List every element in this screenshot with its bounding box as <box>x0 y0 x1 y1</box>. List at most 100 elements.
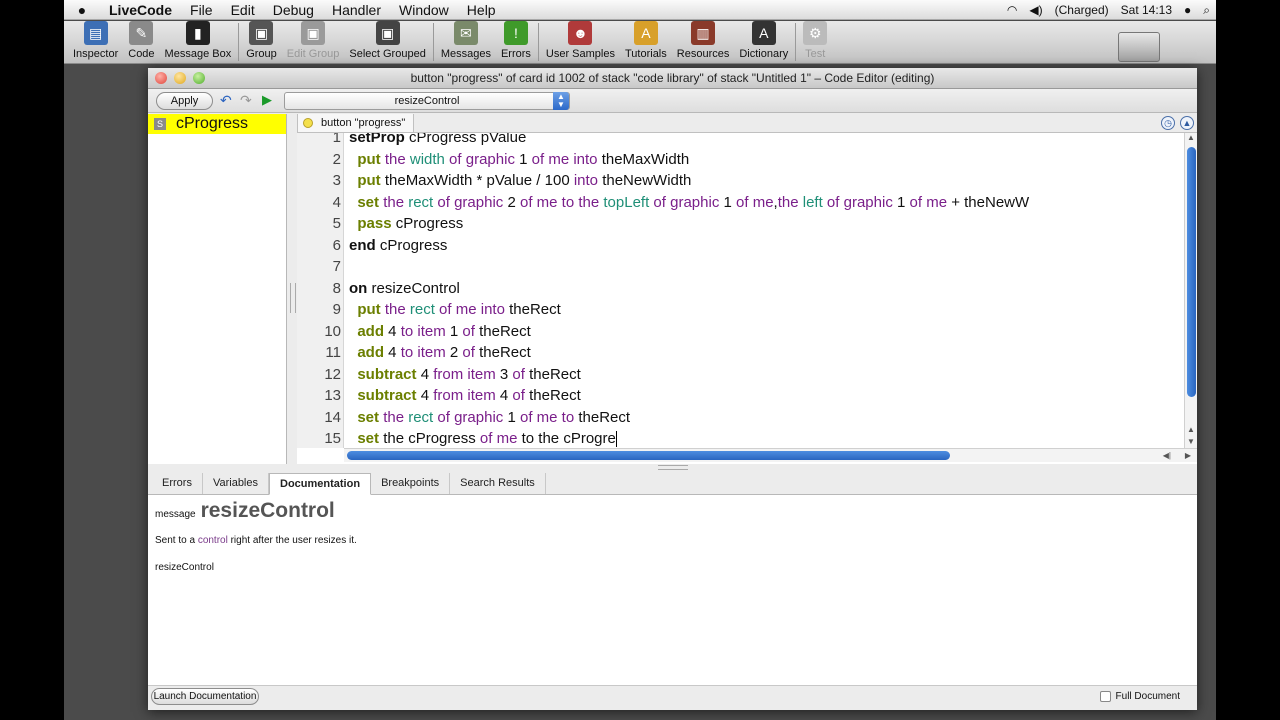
code-token: of <box>822 193 844 211</box>
toolbar-test-button[interactable]: ⚙ Test <box>798 21 832 63</box>
code-token: into <box>573 150 598 168</box>
menu-app-name[interactable]: LiveCode <box>100 2 181 18</box>
handler-select[interactable]: resizeControl ▲ ▼ <box>284 92 570 110</box>
menu-window[interactable]: Window <box>390 2 458 18</box>
clock[interactable]: Sat 14:13 <box>1115 3 1178 17</box>
tab-breakpoints[interactable]: Breakpoints <box>371 473 451 494</box>
toolbar-user-samples-button[interactable]: ☻ User Samples <box>541 21 620 63</box>
toolbar-button-label: Resources <box>676 48 730 60</box>
line-number: 15 <box>324 430 341 447</box>
handler-select-value: resizeControl <box>394 95 460 107</box>
horizontal-scroll-thumb[interactable] <box>347 451 950 460</box>
menu-help[interactable]: Help <box>458 2 505 18</box>
code-token: end <box>349 236 376 254</box>
code-token: of <box>519 408 533 426</box>
scroll-right-arrow-icon[interactable]: ▶ <box>1185 449 1191 462</box>
code-token: of <box>433 193 455 211</box>
toolbar-button-label: Errors <box>500 48 531 60</box>
horizontal-scrollbar[interactable]: ◀| ▶ <box>344 448 1197 462</box>
code-line[interactable]: subtract 4 from item 3 of theRect <box>349 364 580 386</box>
handler-list: S cProgress <box>148 114 287 464</box>
launch-documentation-button[interactable]: Launch Documentation <box>151 688 259 705</box>
text-cursor <box>615 431 617 448</box>
menu-handler[interactable]: Handler <box>323 2 390 18</box>
panel-splitter[interactable] <box>658 465 688 470</box>
code-token: of <box>512 387 525 404</box>
toolbar-dictionary-button[interactable]: A Dictionary <box>734 21 793 63</box>
toolbar-select-grouped-button[interactable]: ▣ Select Grouped <box>344 21 430 63</box>
code-line[interactable]: put theMaxWidth * pValue / 100 into theN… <box>349 170 691 192</box>
undo-icon[interactable]: ↶ <box>220 93 232 107</box>
close-window-button[interactable] <box>155 72 167 84</box>
scroll-down-arrow-icon[interactable]: ▼ <box>1185 437 1197 446</box>
history-icon[interactable]: ◷ <box>1161 116 1175 130</box>
vertical-scrollbar[interactable]: ▲ ▲ ▼ <box>1184 133 1197 448</box>
scroll-left-arrow-icon[interactable]: ◀| <box>1163 449 1171 462</box>
code-line[interactable]: setProp cProgress pValue <box>349 133 526 149</box>
code-token: left <box>802 193 823 211</box>
spotlight-search-icon[interactable]: ⌕ <box>1197 3 1216 18</box>
code-token: of <box>434 301 456 318</box>
pane-splitter[interactable] <box>290 283 296 313</box>
menu-edit[interactable]: Edit <box>222 2 264 18</box>
handler-list-item[interactable]: S cProgress <box>148 114 286 134</box>
battery-status[interactable]: (Charged) <box>1049 3 1115 17</box>
code-token: of <box>479 430 493 447</box>
toolbar-tutorials-button[interactable]: A Tutorials <box>620 21 672 63</box>
menu-debug[interactable]: Debug <box>264 2 323 18</box>
toolbar-code-button[interactable]: ✎ Code <box>123 21 159 63</box>
menu-file[interactable]: File <box>181 2 222 18</box>
code-token: me <box>496 430 518 447</box>
tab-errors[interactable]: Errors <box>152 473 203 494</box>
toolbar-edit-group-button[interactable]: ▣ Edit Group <box>282 21 345 63</box>
apply-button[interactable]: Apply <box>156 92 213 110</box>
code-line[interactable]: set the rect of graphic 2 of me to the t… <box>349 192 1029 214</box>
code-line[interactable]: subtract 4 from item 4 of theRect <box>349 385 580 407</box>
tab-documentation[interactable]: Documentation <box>269 473 372 495</box>
toolbar-errors-button[interactable]: ! Errors <box>496 21 536 63</box>
code-token: of <box>512 365 525 383</box>
script-text[interactable]: setProp cProgress pValue put the width o… <box>349 133 1184 448</box>
code-line[interactable]: put the rect of me into theRect <box>349 299 560 321</box>
redo-icon[interactable]: ↷ <box>240 93 252 107</box>
code-line[interactable]: put the width of graphic 1 of me into th… <box>349 149 689 171</box>
line-number: 1 <box>332 133 341 146</box>
scroll-up-arrow-icon[interactable]: ▲ <box>1185 133 1197 142</box>
line-number: 14 <box>324 408 341 426</box>
apple-menu-icon[interactable]: ● <box>64 2 100 18</box>
code-token: the <box>379 408 409 426</box>
code-token: item <box>417 322 446 340</box>
checkbox-box[interactable] <box>1099 691 1111 702</box>
vertical-scroll-thumb[interactable] <box>1187 147 1196 397</box>
zoom-window-button[interactable] <box>193 72 205 84</box>
full-document-checkbox[interactable]: Full Document <box>1099 691 1180 702</box>
code-line[interactable]: on resizeControl <box>349 278 460 300</box>
resources-icon: ▥ <box>691 21 716 45</box>
code-line[interactable]: pass cProgress <box>349 213 463 235</box>
code-token: graphic <box>465 150 515 168</box>
doc-link-control[interactable]: control <box>198 535 228 546</box>
toolbar-messages-button[interactable]: ✉ Messages <box>436 21 496 63</box>
toolbar-message-box-button[interactable]: ▮ Message Box <box>160 21 237 63</box>
code-line[interactable]: end cProgress <box>349 235 447 257</box>
wifi-icon[interactable]: ◠ <box>1001 3 1023 17</box>
code-line[interactable]: set the rect of graphic 1 of me to theRe… <box>349 407 630 429</box>
hard-drive-icon[interactable] <box>1118 32 1160 62</box>
scroll-up-arrow-icon[interactable]: ▲ <box>1185 425 1197 434</box>
code-line[interactable]: add 4 to item 1 of theRect <box>349 321 530 343</box>
user-icon[interactable]: ● <box>1178 3 1197 17</box>
toolbar-inspector-button[interactable]: ▤ Inspector <box>68 21 123 63</box>
toolbar-group-button[interactable]: ▣ Group <box>241 21 282 63</box>
toolbar-resources-button[interactable]: ▥ Resources <box>672 21 735 63</box>
run-icon[interactable]: ▶ <box>262 93 272 107</box>
message-box-icon: ▮ <box>185 21 210 45</box>
code-line[interactable]: set the cProgress of me to the cProgre <box>349 428 617 448</box>
collapse-up-icon[interactable]: ▲ <box>1180 116 1194 130</box>
tab-variables[interactable]: Variables <box>203 473 269 494</box>
minimize-window-button[interactable] <box>174 72 186 84</box>
code-line[interactable]: add 4 to item 2 of theRect <box>349 342 530 364</box>
volume-icon[interactable]: ◀) <box>1023 3 1048 17</box>
tab-search-results[interactable]: Search Results <box>450 473 546 494</box>
code-token: of <box>433 408 455 426</box>
script-tab[interactable]: button "progress" <box>297 114 415 133</box>
